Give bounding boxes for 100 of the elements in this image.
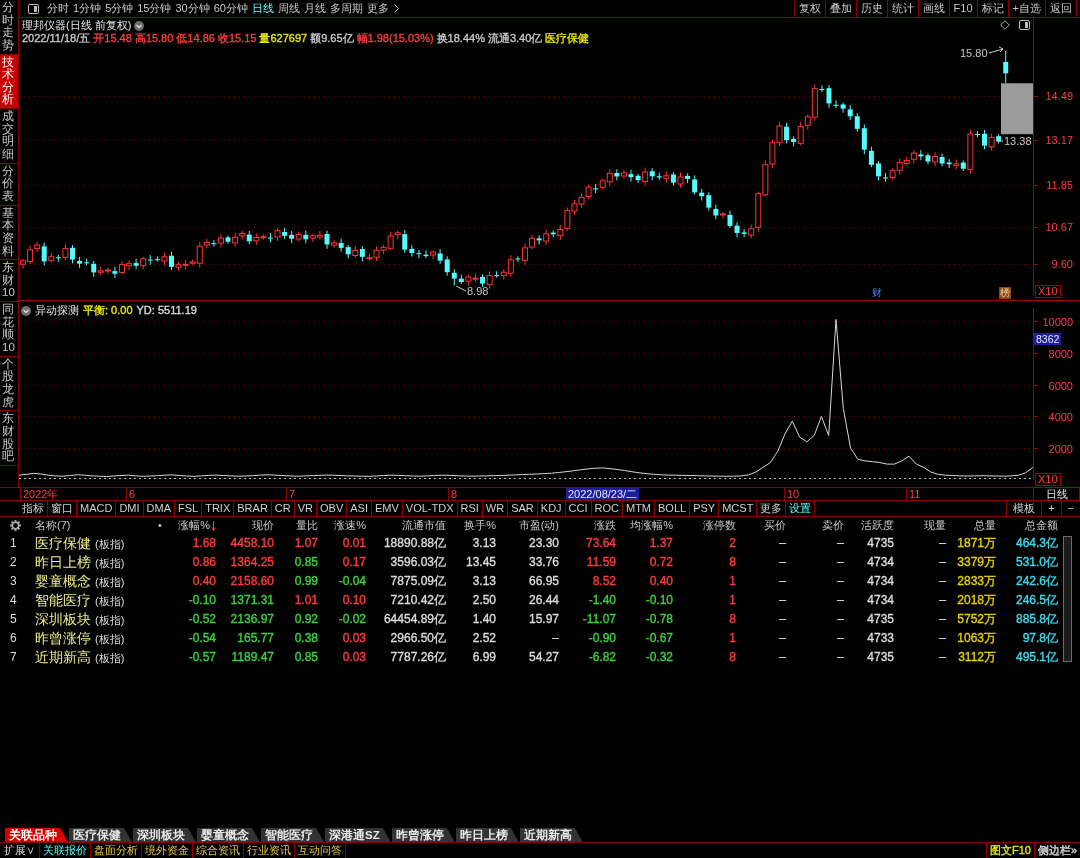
- toolbar-button[interactable]: 画线: [917, 0, 949, 17]
- status-tab[interactable]: 境外资金: [142, 843, 193, 858]
- period-tab[interactable]: 30分钟: [173, 1, 212, 16]
- column-header[interactable]: 买价: [764, 518, 786, 533]
- settings-icon[interactable]: [10, 520, 21, 531]
- sector-name[interactable]: 昨日上榜: [35, 554, 91, 571]
- indicator-tab[interactable]: KDJ: [537, 501, 566, 516]
- indicator-tab[interactable]: PSY: [690, 501, 720, 516]
- indicator-tab[interactable]: 指标: [19, 501, 48, 516]
- column-header[interactable]: 现价: [252, 518, 274, 533]
- indicator-tab[interactable]: WR: [482, 501, 509, 516]
- sidebar-tab[interactable]: 东财股吧: [0, 411, 18, 466]
- scale-toggle[interactable]: X10: [1035, 285, 1061, 298]
- column-header[interactable]: 涨幅%: [178, 518, 210, 533]
- sheet-tab[interactable]: 深港通SZ: [325, 828, 391, 842]
- column-header[interactable]: 现量: [924, 518, 946, 533]
- column-header[interactable]: 均涨幅%: [630, 518, 673, 533]
- toolbar-button[interactable]: 统计: [886, 0, 918, 17]
- toolbar-button[interactable]: 历史: [855, 0, 887, 17]
- period-tab[interactable]: 1分钟: [71, 1, 104, 16]
- sidebar-tab[interactable]: 基本资料: [0, 205, 18, 261]
- period-tab[interactable]: 多周期: [328, 1, 365, 16]
- indicator-tab[interactable]: BRAR: [234, 501, 272, 516]
- sidebar-tab[interactable]: 成交明细: [0, 109, 18, 164]
- column-header[interactable]: 活跃度: [861, 518, 894, 533]
- period-tab[interactable]: 15分钟: [135, 1, 174, 16]
- toolbar-button[interactable]: 复权: [793, 0, 825, 17]
- indicator-tab[interactable]: MACD: [77, 501, 117, 516]
- sheet-tab[interactable]: 智能医疗: [261, 828, 324, 842]
- status-tab[interactable]: 关联报价: [40, 843, 91, 858]
- indicator-tab[interactable]: TRIX: [202, 501, 235, 516]
- indicator-tab[interactable]: DMA: [143, 501, 175, 516]
- sheet-tab[interactable]: 昨曾涨停: [391, 828, 455, 842]
- chevron-right-icon[interactable]: [394, 4, 399, 13]
- indicator-tab[interactable]: CR: [271, 501, 295, 516]
- indicator-tab[interactable]: CCI: [565, 501, 592, 516]
- indicator-tab[interactable]: SAR: [508, 501, 538, 516]
- dropdown-icon[interactable]: [134, 20, 145, 31]
- column-header[interactable]: 涨跌: [594, 518, 616, 533]
- panel-icon[interactable]: [1019, 20, 1030, 30]
- status-tab[interactable]: 盘面分析: [91, 843, 142, 858]
- period-tab[interactable]: 60分钟: [211, 1, 250, 16]
- sidebar-tab[interactable]: 个股龙虎: [0, 356, 18, 412]
- indicator-tab[interactable]: FSL: [175, 501, 203, 516]
- sector-name[interactable]: 深圳板块: [35, 611, 91, 628]
- column-header[interactable]: 卖价: [822, 518, 844, 533]
- scale-toggle[interactable]: X10: [1035, 473, 1061, 486]
- sector-name[interactable]: 智能医疗: [35, 592, 91, 609]
- period-tab[interactable]: 月线: [302, 1, 328, 16]
- sidebar-tab[interactable]: 同花顺10: [0, 302, 18, 357]
- period-label[interactable]: 日线: [1033, 487, 1080, 501]
- status-button[interactable]: 图文F10: [985, 843, 1034, 858]
- sector-name[interactable]: 医疗保健: [35, 535, 91, 552]
- column-header[interactable]: •: [158, 518, 162, 533]
- indicator-tab[interactable]: VR: [294, 501, 317, 516]
- column-header[interactable]: 市盈(动): [518, 518, 559, 533]
- period-tab[interactable]: 更多: [365, 1, 391, 16]
- sheet-tab[interactable]: 昨日上榜: [455, 828, 519, 842]
- sheet-tab[interactable]: 关联品种: [5, 828, 68, 842]
- settings-button[interactable]: 设置: [786, 501, 816, 516]
- status-tab[interactable]: 互动问答: [295, 843, 346, 858]
- sheet-tab[interactable]: 近期新高: [519, 828, 583, 842]
- toolbar-button[interactable]: 标记: [976, 0, 1008, 17]
- column-header[interactable]: 总量: [974, 518, 996, 533]
- toolbar-button[interactable]: +: [1041, 501, 1061, 516]
- sector-name[interactable]: 昨曾涨停: [35, 630, 91, 647]
- diamond-icon[interactable]: [1000, 20, 1010, 30]
- indicator-tab[interactable]: OBV: [317, 501, 348, 516]
- sidebar-tab[interactable]: 分价表: [0, 163, 18, 206]
- column-header[interactable]: 名称(7): [35, 518, 71, 533]
- ranking-marker[interactable]: 榜: [999, 287, 1011, 299]
- indicator-tab[interactable]: EMV: [371, 501, 403, 516]
- indicator-tab[interactable]: VOL-TDX: [402, 501, 458, 516]
- sidebar-tab[interactable]: 东财10: [0, 260, 18, 303]
- indicator-tab[interactable]: ASI: [347, 501, 372, 516]
- scrollbar[interactable]: [1063, 536, 1072, 662]
- indicator-tab[interactable]: BOLL: [655, 501, 691, 516]
- sheet-tab[interactable]: 婴童概念: [197, 828, 260, 842]
- status-tab[interactable]: 综合资讯: [193, 843, 244, 858]
- sector-name[interactable]: 近期新高: [35, 649, 91, 666]
- indicator-tab[interactable]: ROC: [591, 501, 623, 516]
- panel-icon[interactable]: [28, 3, 39, 14]
- sidebar-tab[interactable]: 分时走势: [0, 0, 18, 55]
- toolbar-button[interactable]: +自选: [1007, 0, 1045, 17]
- period-tab[interactable]: 分时: [45, 1, 71, 16]
- indicator-tab[interactable]: RSI: [457, 501, 483, 516]
- column-header[interactable]: 换手%: [464, 518, 496, 533]
- period-tab[interactable]: 日线: [250, 1, 276, 16]
- status-button[interactable]: 侧边栏»: [1033, 843, 1080, 858]
- news-marker[interactable]: 财: [871, 287, 883, 299]
- toolbar-button[interactable]: 叠加: [824, 0, 856, 17]
- toolbar-button[interactable]: 模板: [1006, 501, 1042, 516]
- column-header[interactable]: 总金额: [1025, 518, 1058, 533]
- status-tab[interactable]: 行业资讯: [244, 843, 295, 858]
- period-tab[interactable]: 5分钟: [103, 1, 136, 16]
- toolbar-button[interactable]: −: [1060, 501, 1080, 516]
- sidebar-tab[interactable]: 技术分析: [0, 54, 18, 110]
- indicator-tab[interactable]: DMI: [116, 501, 144, 516]
- column-header[interactable]: 涨停数: [703, 518, 736, 533]
- indicator-tab[interactable]: MCST: [719, 501, 758, 516]
